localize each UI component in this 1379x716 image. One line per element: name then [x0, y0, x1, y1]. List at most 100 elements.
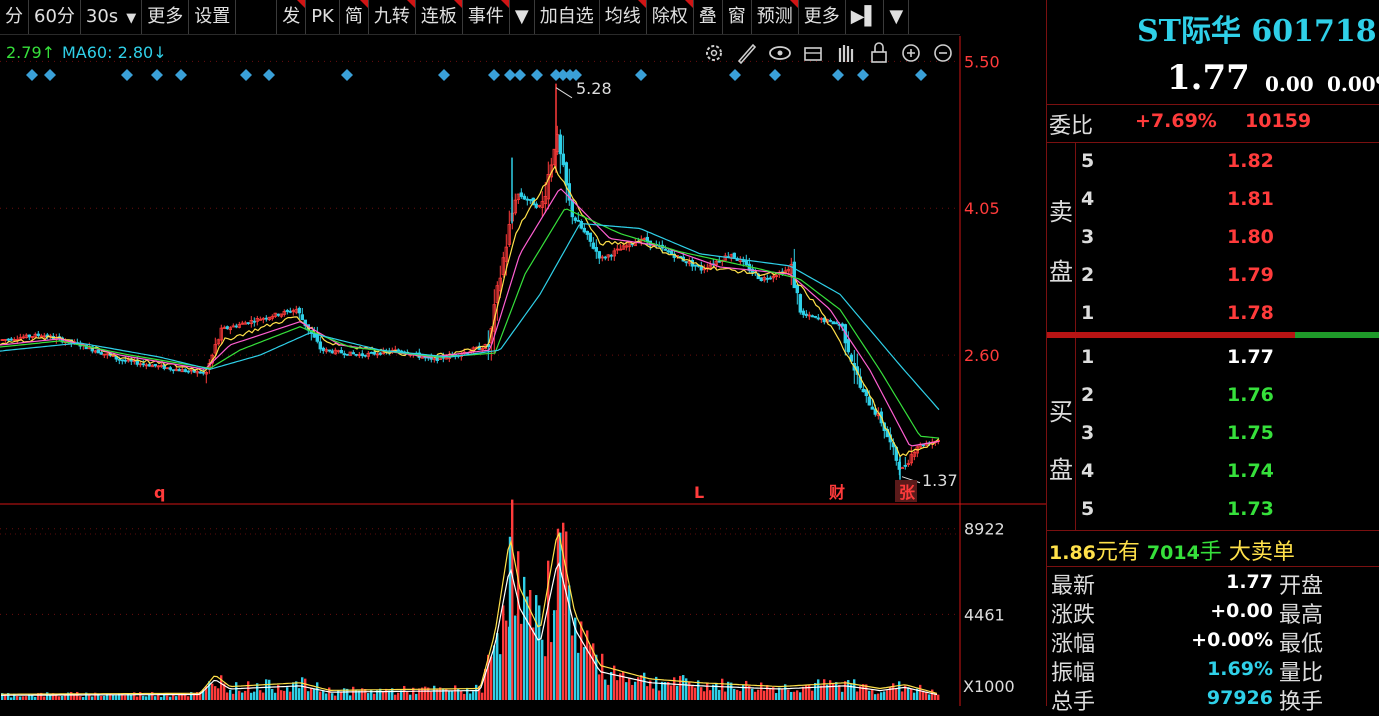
- weibi-label: 委比: [1049, 114, 1094, 139]
- volume-bar: [679, 675, 682, 700]
- candle-body: [258, 318, 262, 321]
- volume-bar: [901, 691, 904, 700]
- hand-shape: [838, 45, 854, 62]
- toolbox-icon[interactable]: [804, 47, 822, 61]
- volume-bar: [154, 696, 157, 700]
- volume-bar: [265, 679, 268, 700]
- volume-bar: [283, 690, 286, 700]
- volume-bar: [682, 675, 685, 700]
- candle-body: [168, 367, 172, 370]
- buy-level-price[interactable]: 1.74: [1227, 460, 1274, 482]
- volume-bar: [628, 677, 631, 700]
- candle-body: [153, 363, 157, 367]
- candle-body: [717, 260, 721, 263]
- candle-body: [396, 349, 400, 352]
- volume-bar: [733, 688, 736, 700]
- high-pointer: [555, 87, 573, 99]
- buy-level-price[interactable]: 1.76: [1227, 384, 1274, 406]
- sell-level-price[interactable]: 1.78: [1227, 302, 1274, 324]
- volume-bar: [328, 687, 331, 700]
- sell-level-price[interactable]: 1.79: [1227, 264, 1274, 286]
- buy-level-num: 4: [1081, 460, 1095, 482]
- volume-bar: [715, 682, 718, 700]
- volume-tick-label: 8922: [964, 520, 1005, 539]
- stat-label: 振幅: [1051, 661, 1096, 686]
- volume-bar: [739, 691, 742, 700]
- pen-icon[interactable]: [737, 43, 757, 65]
- big-sell-order[interactable]: 1.86元有 7014手 大卖单: [1049, 534, 1295, 566]
- candle-body: [732, 252, 736, 258]
- volume-bar: [19, 696, 22, 700]
- volume-bar: [775, 693, 778, 700]
- candle-body: [699, 265, 703, 271]
- volume-bar: [61, 695, 64, 700]
- buy-level-num: 3: [1081, 422, 1095, 444]
- kline-chart[interactable]: 5.50 4.05 2.60 8922 4461 q L 财 张 2.79↑ MA60: 2.8…: [0, 0, 1046, 706]
- volume-bar: [700, 687, 703, 700]
- diamond-marker: [531, 69, 543, 81]
- volume-bar: [793, 691, 796, 700]
- sell-level-price[interactable]: 1.81: [1227, 188, 1274, 210]
- volume-bar: [778, 687, 781, 700]
- volume-bar: [868, 690, 871, 700]
- volume-bar: [838, 684, 841, 700]
- diamond-marker: [263, 69, 275, 81]
- volume-bar: [409, 694, 412, 700]
- sell-level-price[interactable]: 1.82: [1227, 150, 1274, 172]
- volume-bar: [325, 693, 328, 700]
- event-marker-label: L: [694, 483, 704, 502]
- volume-bar: [688, 681, 691, 700]
- volume-bar: [145, 696, 148, 700]
- candle-body: [246, 322, 250, 325]
- buy-level-price[interactable]: 1.75: [1227, 422, 1274, 444]
- volume-bar: [853, 679, 856, 700]
- big-sell-prefix: 元有: [1095, 540, 1140, 565]
- volume-bar: [430, 691, 433, 700]
- volume-bar: [295, 681, 298, 700]
- chart-tools: [706, 42, 952, 65]
- volume-bar: [505, 620, 508, 700]
- volume-bar: [211, 683, 214, 700]
- hand-icon[interactable]: [838, 45, 854, 62]
- volume-bar: [913, 692, 916, 700]
- eye-pupil: [777, 50, 783, 56]
- volume-bar: [16, 695, 19, 700]
- volume-bar: [301, 677, 304, 700]
- candle-body: [147, 364, 151, 367]
- sell-level-num: 3: [1081, 226, 1095, 248]
- candle-body: [234, 325, 238, 328]
- candle-body: [861, 388, 865, 393]
- diamond-marker: [438, 69, 450, 81]
- candle-body: [822, 317, 826, 323]
- candle-body: [795, 284, 799, 294]
- lock-icon[interactable]: [871, 42, 887, 63]
- volume-bar: [661, 681, 664, 700]
- buy-level-price[interactable]: 1.73: [1227, 498, 1274, 520]
- candle-body: [198, 371, 202, 374]
- volume-bar: [691, 685, 694, 700]
- volume-bar: [493, 645, 496, 700]
- event-marker-label: 财: [828, 483, 845, 502]
- volume-bar: [502, 605, 505, 700]
- eye-icon[interactable]: [769, 46, 791, 60]
- candle-body: [339, 350, 343, 354]
- candle-body: [141, 363, 145, 366]
- lock-shackle: [874, 42, 884, 52]
- volume-bars: [1, 499, 940, 700]
- gear-icon[interactable]: [706, 45, 722, 61]
- sell-level-price[interactable]: 1.80: [1227, 226, 1274, 248]
- zoom-in-icon[interactable]: [902, 44, 920, 62]
- stat-label: 涨跌: [1051, 603, 1096, 628]
- volume-bar: [43, 696, 46, 700]
- volume-bar: [481, 692, 484, 700]
- buy-level-price[interactable]: 1.77: [1227, 346, 1274, 368]
- volume-bar: [724, 691, 727, 700]
- volume-bar: [238, 690, 241, 700]
- zoom-out-icon[interactable]: [934, 44, 952, 62]
- volume-bar: [790, 691, 793, 700]
- divider: [1075, 142, 1076, 332]
- volume-bar: [535, 595, 538, 700]
- volume-bar: [472, 691, 475, 700]
- candle-body: [792, 261, 796, 289]
- candle-body: [225, 326, 229, 330]
